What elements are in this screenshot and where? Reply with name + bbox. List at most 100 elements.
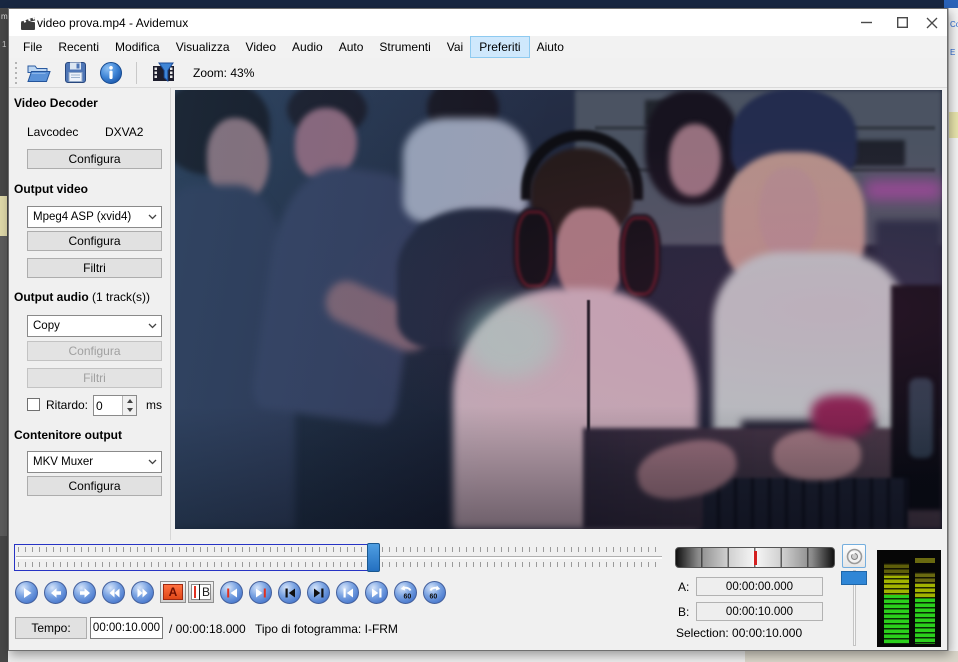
background-fragment: 1 <box>2 40 6 49</box>
previous-black-frame-button[interactable] <box>278 581 301 604</box>
audio-configure-button: Configura <box>27 341 162 361</box>
background-top-strip <box>0 0 958 8</box>
fast-backward-button[interactable] <box>102 581 125 604</box>
video-filters-button[interactable] <box>149 60 179 86</box>
volume-slider-handle[interactable] <box>841 571 867 585</box>
arrow-right-icon <box>78 586 92 600</box>
next-keyframe-button[interactable] <box>365 581 388 604</box>
menu-video[interactable]: Video <box>238 37 284 57</box>
duration-label: / 00:00:18.000 <box>169 622 246 636</box>
toolbar-separator <box>136 62 137 84</box>
photo-shape-light-overlay <box>175 90 942 529</box>
next-frame-button[interactable] <box>73 581 96 604</box>
set-marker-b-button[interactable]: B <box>188 581 214 603</box>
forward-60s-button[interactable]: 60 <box>423 581 446 604</box>
muxer-select[interactable]: MKV Muxer <box>27 451 162 473</box>
menu-visualizza[interactable]: Visualizza <box>168 37 238 57</box>
selection-value: 00:00:10.000 <box>732 626 802 640</box>
save-floppy-icon <box>64 61 87 84</box>
hw-accel-label: DXVA2 <box>105 125 143 139</box>
maximize-button[interactable] <box>886 9 918 36</box>
back-60-icon: 60 <box>398 585 414 600</box>
menu-bar: File Recenti Modifica Visualizza Video A… <box>9 36 947 58</box>
minimize-button[interactable] <box>850 9 882 36</box>
muxer-configure-button[interactable]: Configura <box>27 476 162 496</box>
open-folder-icon <box>26 62 52 84</box>
menu-preferiti[interactable]: Preferiti <box>471 37 528 57</box>
menu-auto[interactable]: Auto <box>331 37 372 57</box>
menu-aiuto[interactable]: Aiuto <box>529 37 572 57</box>
filter-icon <box>151 61 177 85</box>
timeline-selection <box>14 544 376 571</box>
output-audio-heading: Output audio (1 track(s)) <box>14 290 150 304</box>
sixty-label: 60 <box>429 594 437 601</box>
black-prev-icon <box>283 586 297 600</box>
menu-recenti[interactable]: Recenti <box>50 37 107 57</box>
close-button[interactable] <box>916 9 948 36</box>
video-codec-select[interactable]: Mpeg4 ASP (xvid4) <box>27 206 162 228</box>
shuttle-wheel[interactable] <box>675 547 835 568</box>
back-60s-button[interactable]: 60 <box>394 581 417 604</box>
double-chevron-right-icon <box>136 586 150 600</box>
output-audio-heading-text: Output audio <box>14 290 89 304</box>
frame-type-text: Tipo di fotogramma: I-FRM <box>255 622 398 636</box>
delay-label: Ritardo: <box>46 398 88 412</box>
frame-type-value: I-FRM <box>365 622 398 636</box>
spin-down-icon[interactable] <box>123 406 136 416</box>
video-filters-list-button[interactable]: Filtri <box>27 258 162 278</box>
marker-b-time-field: 00:00:10.000 <box>696 602 823 621</box>
marker-b-label: B <box>202 585 210 599</box>
sidebar-splitter[interactable] <box>170 88 171 540</box>
background-fragment: Co <box>950 20 958 29</box>
fast-forward-button[interactable] <box>131 581 154 604</box>
menu-audio[interactable]: Audio <box>284 37 331 57</box>
marker-a-time-field: 00:00:00.000 <box>696 577 823 596</box>
window-title: video prova.mp4 - Avidemux <box>37 16 188 30</box>
sixty-label: 60 <box>403 594 411 601</box>
decoder-configure-button[interactable]: Configura <box>27 149 162 169</box>
muxer-value: MKV Muxer <box>33 456 93 468</box>
title-bar[interactable]: video prova.mp4 - Avidemux <box>9 9 947 36</box>
video-codec-value: Mpeg4 ASP (xvid4) <box>33 211 131 223</box>
marker-a-label: A <box>163 584 183 600</box>
selection-label: Selection: <box>676 626 729 640</box>
play-button[interactable] <box>15 581 38 604</box>
menu-modifica[interactable]: Modifica <box>107 37 168 57</box>
meter-bar-right <box>915 572 935 644</box>
timeline-handle[interactable] <box>367 543 380 572</box>
delay-spin-buttons[interactable] <box>122 396 136 415</box>
desktop: m 1 Co E video prova.mp4 - Avidemux File… <box>0 0 958 662</box>
double-chevron-left-icon <box>107 586 121 600</box>
previous-keyframe-button[interactable] <box>336 581 359 604</box>
toolbar-drag-handle[interactable] <box>13 62 18 84</box>
black-next-icon <box>312 586 326 600</box>
audio-codec-select[interactable]: Copy <box>27 315 162 337</box>
set-marker-a-button[interactable]: A <box>160 581 186 603</box>
menu-file[interactable]: File <box>15 37 50 57</box>
goto-b-icon <box>254 586 268 600</box>
info-button[interactable] <box>96 60 126 86</box>
open-file-button[interactable] <box>24 60 54 86</box>
mute-button[interactable] <box>842 544 866 568</box>
menu-vai[interactable]: Vai <box>439 37 471 57</box>
delay-checkbox[interactable] <box>27 398 40 411</box>
goto-marker-a-button[interactable] <box>220 581 243 604</box>
current-time-input[interactable] <box>90 617 163 639</box>
next-black-frame-button[interactable] <box>307 581 330 604</box>
menu-strumenti[interactable]: Strumenti <box>371 37 438 57</box>
delay-spinbox[interactable] <box>93 395 137 416</box>
previous-frame-button[interactable] <box>44 581 67 604</box>
arrow-left-icon <box>49 586 63 600</box>
goto-marker-b-button[interactable] <box>249 581 272 604</box>
save-file-button[interactable] <box>60 60 90 86</box>
spin-up-icon[interactable] <box>123 396 136 406</box>
speaker-icon <box>846 548 863 565</box>
zoom-level-label: Zoom: 43% <box>193 66 254 80</box>
forward-60-icon: 60 <box>427 585 443 600</box>
chevron-down-icon <box>148 214 157 220</box>
decoder-label: Lavcodec <box>27 125 78 139</box>
time-mode-button[interactable]: Tempo: <box>15 617 87 639</box>
video-configure-button[interactable]: Configura <box>27 231 162 251</box>
delay-input[interactable] <box>96 397 122 414</box>
background-top-strip-accent <box>944 0 958 8</box>
